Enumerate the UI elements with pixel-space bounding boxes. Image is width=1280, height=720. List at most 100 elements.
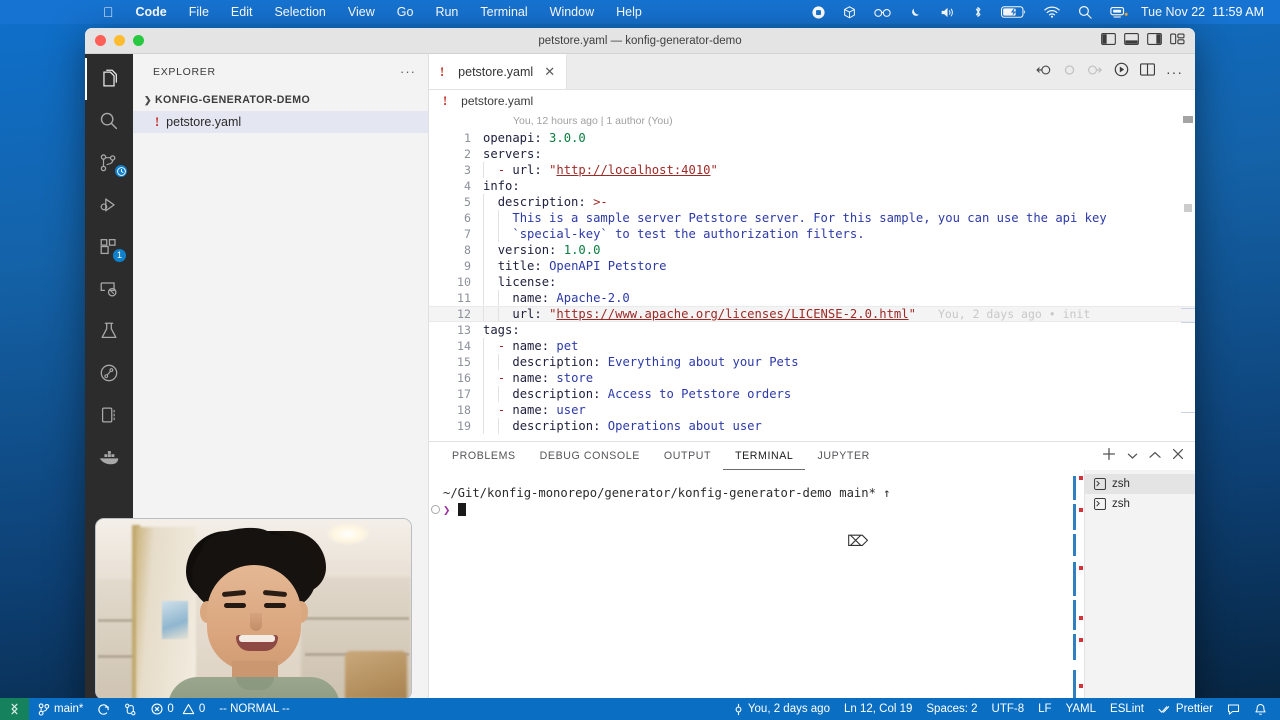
- menu-item-code[interactable]: Code: [125, 0, 178, 24]
- breadcrumb-label[interactable]: petstore.yaml: [461, 94, 533, 108]
- moon-icon[interactable]: [900, 0, 931, 24]
- code-line[interactable]: 16 - name: store: [429, 370, 1195, 386]
- code-lines[interactable]: 1 openapi: 3.0.0 2 servers: 3 - url: "http:/…: [429, 130, 1195, 441]
- code-text[interactable]: license:: [483, 274, 557, 290]
- code-line[interactable]: 12 url: "https://www.apache.org/licenses…: [429, 306, 1195, 322]
- code-line[interactable]: 4 info:: [429, 178, 1195, 194]
- code-line[interactable]: 19 description: Operations about user: [429, 418, 1195, 434]
- code-line[interactable]: 18 - name: user: [429, 402, 1195, 418]
- menu-item-window[interactable]: Window: [539, 0, 605, 24]
- sidebar-item-search[interactable]: [85, 100, 133, 142]
- code-text[interactable]: description: Access to Petstore orders: [483, 386, 791, 402]
- timeline-forward-icon[interactable]: [1087, 63, 1103, 81]
- menu-item-help[interactable]: Help: [605, 0, 653, 24]
- sidebar-item-source-control[interactable]: [85, 142, 133, 184]
- code-text[interactable]: name: Apache-2.0: [483, 290, 629, 306]
- menubar-clock[interactable]: Tue Nov 22 11:59 AM: [1137, 5, 1270, 19]
- terminal-prompt-line[interactable]: ❯: [429, 501, 1072, 518]
- code-editor[interactable]: You, 12 hours ago | 1 author (You) 1 open…: [429, 112, 1195, 441]
- menu-item-go[interactable]: Go: [386, 0, 425, 24]
- toggle-panel-icon[interactable]: [1124, 32, 1139, 50]
- tab-jupyter[interactable]: JUPYTER: [805, 442, 881, 470]
- tab-problems[interactable]: PROBLEMS: [440, 442, 528, 470]
- terminal-scrollbar[interactable]: [1072, 470, 1084, 720]
- code-line[interactable]: 5 description: >-: [429, 194, 1195, 210]
- status-remote-button[interactable]: [0, 698, 29, 720]
- code-line[interactable]: 1 openapi: 3.0.0: [429, 130, 1195, 146]
- menu-item-edit[interactable]: Edit: [220, 0, 264, 24]
- editor-scrollbar-thumb[interactable]: [1183, 116, 1193, 123]
- status-eslint[interactable]: ESLint: [1103, 698, 1151, 720]
- toggle-secondary-sidebar-icon[interactable]: [1147, 32, 1162, 50]
- toggle-primary-sidebar-icon[interactable]: [1101, 32, 1116, 50]
- status-git-blame[interactable]: You, 2 days ago: [726, 698, 837, 720]
- code-text[interactable]: - url: "http://localhost:4010": [483, 162, 718, 178]
- explorer-file-petstore-yaml[interactable]: ! petstore.yaml: [133, 111, 428, 133]
- sidebar-item-remote-explorer[interactable]: [85, 268, 133, 310]
- close-window-button[interactable]: [95, 35, 106, 46]
- command-decoration-icon[interactable]: [431, 505, 440, 514]
- status-feedback-button[interactable]: [1220, 698, 1247, 720]
- sidebar-item-testing[interactable]: [85, 310, 133, 352]
- code-text[interactable]: - name: pet: [483, 338, 579, 354]
- battery-charging-icon[interactable]: [992, 0, 1035, 24]
- code-line[interactable]: 9 title: OpenAPI Petstore: [429, 258, 1195, 274]
- code-text[interactable]: url: "https://www.apache.org/licenses/LI…: [483, 306, 916, 322]
- close-panel-icon[interactable]: [1172, 447, 1184, 465]
- run-code-icon[interactable]: [1114, 62, 1129, 82]
- status-prettier[interactable]: Prettier: [1151, 698, 1220, 720]
- tab-terminal[interactable]: TERMINAL: [723, 442, 805, 470]
- glasses-icon[interactable]: [865, 0, 900, 24]
- status-indentation[interactable]: Spaces: 2: [919, 698, 984, 720]
- minimize-window-button[interactable]: [114, 35, 125, 46]
- control-center-icon[interactable]: [1101, 0, 1137, 24]
- explorer-folder-row[interactable]: ❯ KONFIG-GENERATOR-DEMO: [133, 89, 428, 111]
- code-line[interactable]: 15 description: Everything about your Pe…: [429, 354, 1195, 370]
- code-line[interactable]: 11 name: Apache-2.0: [429, 290, 1195, 306]
- code-text[interactable]: - name: user: [483, 402, 586, 418]
- code-text[interactable]: description: >-: [483, 194, 608, 210]
- code-line[interactable]: 2 servers:: [429, 146, 1195, 162]
- menu-item-file[interactable]: File: [178, 0, 220, 24]
- new-terminal-icon[interactable]: [1102, 447, 1116, 466]
- status-language-mode[interactable]: YAML: [1059, 698, 1103, 720]
- code-line[interactable]: 8 version: 1.0.0: [429, 242, 1195, 258]
- code-text[interactable]: description: Operations about user: [483, 418, 762, 434]
- zoom-window-button[interactable]: [133, 35, 144, 46]
- wifi-icon[interactable]: [1035, 0, 1069, 24]
- menu-item-selection[interactable]: Selection: [263, 0, 336, 24]
- status-problems[interactable]: 0 0: [144, 698, 212, 720]
- code-line[interactable]: 14 - name: pet: [429, 338, 1195, 354]
- code-text[interactable]: servers:: [483, 146, 542, 162]
- more-actions-icon[interactable]: ···: [1166, 65, 1183, 79]
- search-icon[interactable]: [1069, 0, 1101, 24]
- timeline-back-icon[interactable]: [1036, 63, 1052, 81]
- chevron-down-icon[interactable]: ❯: [141, 95, 155, 106]
- code-text[interactable]: This is a sample server Petstore server.…: [483, 210, 1106, 226]
- volume-icon[interactable]: [931, 0, 964, 24]
- code-text[interactable]: - name: store: [483, 370, 593, 386]
- terminal-output[interactable]: ~/Git/konfig-monorepo/generator/konfig-g…: [429, 470, 1072, 720]
- code-text[interactable]: version: 1.0.0: [483, 242, 601, 258]
- bluetooth-icon[interactable]: [964, 0, 992, 24]
- sidebar-item-docker[interactable]: [85, 436, 133, 478]
- terminal-dropdown-icon[interactable]: [1127, 447, 1138, 465]
- status-encoding[interactable]: UTF-8: [985, 698, 1032, 720]
- menu-item-terminal[interactable]: Terminal: [469, 0, 538, 24]
- code-line[interactable]: 3 - url: "http://localhost:4010": [429, 162, 1195, 178]
- code-line[interactable]: 17 description: Access to Petstore order…: [429, 386, 1195, 402]
- code-text[interactable]: `special-key` to test the authorization …: [483, 226, 864, 242]
- sidebar-item-graph[interactable]: [85, 352, 133, 394]
- customize-layout-icon[interactable]: [1170, 32, 1185, 50]
- status-eol[interactable]: LF: [1031, 698, 1058, 720]
- menu-item-view[interactable]: View: [337, 0, 386, 24]
- code-line[interactable]: 13 tags:: [429, 322, 1195, 338]
- terminal-list-item[interactable]: zsh: [1085, 494, 1195, 514]
- status-branch[interactable]: main*: [31, 698, 90, 720]
- box-icon[interactable]: [834, 0, 865, 24]
- tab-output[interactable]: OUTPUT: [652, 442, 723, 470]
- status-git-compare-button[interactable]: [117, 698, 144, 720]
- code-line[interactable]: 7 `special-key` to test the authorizatio…: [429, 226, 1195, 242]
- code-line[interactable]: 6 This is a sample server Petstore serve…: [429, 210, 1195, 226]
- menu-item-run[interactable]: Run: [424, 0, 469, 24]
